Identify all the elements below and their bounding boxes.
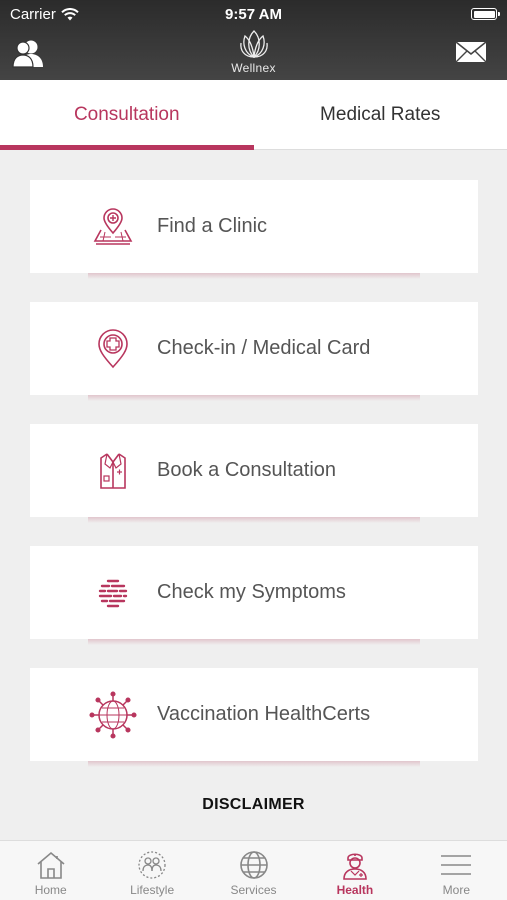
list-item: Vaccination HealthCerts	[30, 668, 478, 790]
card-label: Vaccination HealthCerts	[157, 703, 371, 725]
list-item: Check my Symptoms	[30, 546, 478, 668]
tab-medical-rates[interactable]: Medical Rates	[254, 80, 507, 149]
location-cross-icon	[89, 325, 137, 373]
app-logo: Wellnex	[0, 30, 507, 75]
card-shadow	[88, 273, 420, 279]
nav-label: Home	[34, 883, 67, 897]
status-bar: Carrier 9:57 AM	[0, 0, 507, 28]
check-symptoms-button[interactable]: Check my Symptoms	[30, 546, 478, 639]
disclaimer-link[interactable]: DISCLAIMER	[0, 796, 507, 814]
tab-label: Consultation	[73, 103, 180, 125]
consultation-menu: Find a Clinic Check-in / Medical Card Bo…	[30, 180, 478, 790]
nav-lifestyle[interactable]: Lifestyle	[101, 841, 202, 900]
tab-consultation[interactable]: Consultation	[0, 80, 254, 150]
list-item: Book a Consultation	[30, 424, 478, 546]
card-shadow	[88, 395, 420, 401]
symptoms-icon	[89, 569, 137, 617]
battery-icon	[471, 8, 500, 20]
nav-label: Health	[336, 883, 374, 897]
card-label: Find a Clinic	[157, 215, 268, 237]
tab-bar: Consultation Medical Rates	[0, 80, 507, 150]
book-consultation-button[interactable]: Book a Consultation	[30, 424, 478, 517]
vaccination-healthcerts-button[interactable]: Vaccination HealthCerts	[30, 668, 478, 761]
nav-services[interactable]: Services	[203, 841, 304, 900]
home-icon	[35, 849, 67, 881]
carrier-label: Carrier	[10, 5, 56, 23]
globe-icon	[238, 849, 270, 881]
tab-label: Medical Rates	[320, 103, 441, 125]
clinic-map-pin-icon	[89, 203, 137, 251]
card-shadow	[88, 639, 420, 645]
card-shadow	[88, 761, 420, 767]
nav-health[interactable]: Health	[304, 841, 405, 900]
find-clinic-button[interactable]: Find a Clinic	[30, 180, 478, 273]
envelope-icon	[455, 41, 487, 63]
bottom-navigation: Home Lifestyle Services Health More	[0, 840, 507, 900]
lifestyle-icon	[136, 849, 168, 881]
nav-label: More	[442, 883, 470, 897]
nav-home[interactable]: Home	[0, 841, 101, 900]
nurse-icon	[339, 849, 371, 881]
check-in-medical-card-button[interactable]: Check-in / Medical Card	[30, 302, 478, 395]
doctor-coat-icon	[89, 447, 137, 495]
lotus-logo-icon	[239, 30, 268, 58]
app-header: Carrier 9:57 AM Wellnex	[0, 0, 507, 80]
nav-more[interactable]: More	[406, 841, 507, 900]
hamburger-icon	[440, 849, 472, 881]
nav-label: Lifestyle	[130, 883, 175, 897]
logo-text: Wellnex	[231, 61, 276, 75]
virus-globe-icon	[89, 690, 137, 739]
card-label: Check-in / Medical Card	[157, 337, 371, 359]
card-label: Book a Consultation	[157, 459, 337, 481]
mail-button[interactable]	[455, 41, 487, 63]
card-shadow	[88, 517, 420, 523]
nav-label: Services	[230, 883, 277, 897]
card-label: Check my Symptoms	[157, 581, 346, 603]
wifi-icon	[61, 7, 79, 20]
list-item: Find a Clinic	[30, 180, 478, 302]
list-item: Check-in / Medical Card	[30, 302, 478, 424]
